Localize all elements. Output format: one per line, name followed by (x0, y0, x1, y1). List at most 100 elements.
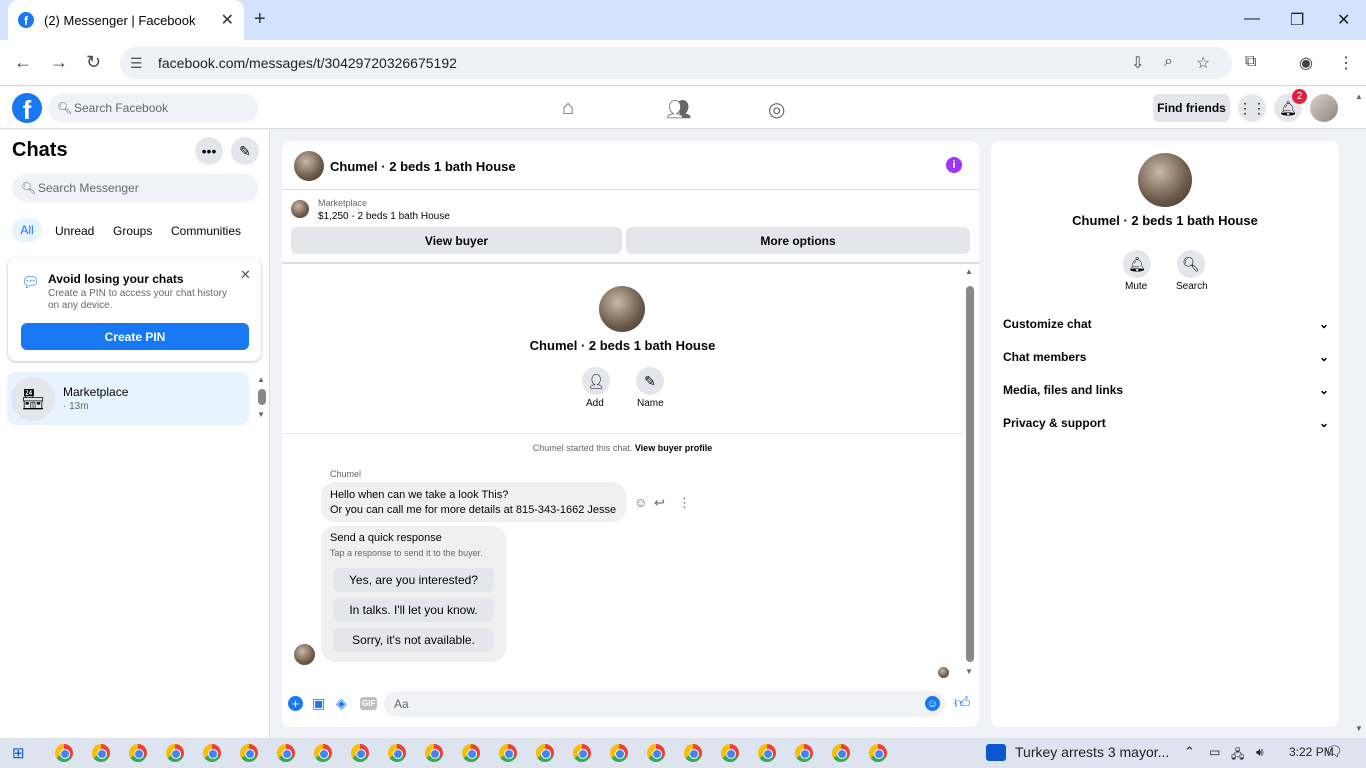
avatar[interactable] (1310, 94, 1338, 122)
find-friends-button[interactable]: Find friends (1153, 94, 1230, 122)
facebook-search-input[interactable]: Search Facebook (48, 94, 258, 122)
volume-icon[interactable]: 🔊︎ (1256, 745, 1264, 760)
edit-name-icon[interactable]: ✎ (636, 367, 664, 395)
info-icon[interactable]: i (946, 157, 962, 173)
chrome-icon[interactable] (683, 744, 702, 762)
scroll-up-icon[interactable]: ▲ (257, 375, 265, 384)
mute-bell-icon[interactable]: 🔔︎ (1123, 250, 1151, 278)
conversation-title[interactable]: Chumel · 2 beds 1 bath House (330, 159, 516, 174)
gif-icon[interactable]: GIF (360, 697, 378, 710)
groups-icon[interactable]: ◎ (768, 97, 785, 122)
chrome-icon[interactable] (794, 744, 813, 762)
friends-icon[interactable]: 👥︎ (666, 97, 691, 122)
site-settings-icon[interactable]: ☰ (130, 55, 143, 72)
close-tab-icon[interactable]: ✕ (221, 10, 234, 30)
scroll-up-icon[interactable]: ▲ (965, 267, 973, 276)
tab-search-icon[interactable]: ⧉ (1245, 53, 1256, 71)
chrome-icon[interactable] (202, 744, 221, 762)
more-options-button[interactable]: More options (626, 227, 970, 254)
plus-icon[interactable]: + (288, 696, 303, 711)
chrome-icon[interactable] (757, 744, 776, 762)
chrome-icon[interactable] (91, 744, 110, 762)
chrome-icon[interactable] (868, 744, 887, 762)
close-icon[interactable]: ✕ (240, 267, 251, 283)
message-more-icon[interactable]: ⋮ (678, 495, 691, 511)
browser-menu-icon[interactable]: ⋮ (1338, 53, 1354, 73)
scroll-down-icon[interactable]: ▼ (257, 410, 265, 419)
message-input[interactable]: Aa (384, 691, 945, 717)
create-pin-button[interactable]: Create PIN (21, 323, 249, 350)
filter-all[interactable]: All (12, 218, 42, 242)
browser-profile-icon[interactable]: ◉ (1299, 53, 1313, 73)
chrome-icon[interactable] (313, 744, 332, 762)
url-input[interactable]: facebook.com/messages/t/3042972032667519… (120, 47, 1232, 79)
tray-chevron-up-icon[interactable]: ⌃ (1184, 744, 1195, 760)
home-icon[interactable]: ⌂ (562, 97, 574, 120)
sticker-icon[interactable]: ◈ (336, 695, 347, 712)
notifications-center-icon[interactable]: 🗨︎ (1325, 743, 1343, 760)
chrome-icon[interactable] (535, 744, 554, 762)
chrome-icon[interactable] (646, 744, 665, 762)
section-chat-members[interactable]: Chat members ⌄ (1003, 350, 1329, 364)
chrome-icon[interactable] (424, 744, 443, 762)
sidebar-scrollbar[interactable] (258, 389, 266, 405)
quick-reply-button[interactable]: In talks. I'll let you know. (333, 598, 494, 622)
thumbs-up-icon[interactable]: 👍︎ (954, 694, 971, 713)
chrome-icon[interactable] (461, 744, 480, 762)
facebook-logo-icon[interactable]: f (12, 93, 42, 123)
forward-icon[interactable]: → (50, 52, 68, 73)
news-headline[interactable]: Turkey arrests 3 mayor... (1015, 744, 1169, 760)
chrome-icon[interactable] (609, 744, 628, 762)
conversation-scrollbar[interactable] (966, 286, 974, 662)
quick-reply-button[interactable]: Sorry, it's not available. (333, 628, 494, 652)
filter-communities[interactable]: Communities (171, 222, 241, 240)
chrome-icon[interactable] (276, 744, 295, 762)
search-icon[interactable]: 🔍︎ (1177, 250, 1205, 278)
quick-reply-button[interactable]: Yes, are you interested? (333, 568, 494, 592)
chrome-icon[interactable] (239, 744, 258, 762)
scroll-down-icon[interactable]: ▼ (965, 667, 973, 676)
message-bubble[interactable] (321, 482, 626, 522)
view-buyer-button[interactable]: View buyer (291, 227, 622, 254)
new-tab-button[interactable]: + (254, 8, 266, 31)
minimize-icon[interactable]: — (1244, 10, 1260, 28)
react-icon[interactable]: ☺ (634, 495, 647, 510)
window-close-icon[interactable]: ✕ (1337, 10, 1350, 30)
scroll-up-icon[interactable]: ▲ (1355, 92, 1363, 101)
news-widget-icon[interactable] (986, 744, 1006, 761)
install-app-icon[interactable]: ⇩ (1131, 53, 1144, 73)
chrome-icon[interactable] (720, 744, 739, 762)
chrome-icon[interactable] (128, 744, 147, 762)
chrome-icon[interactable] (572, 744, 591, 762)
messenger-search-input[interactable]: Search Messenger (12, 174, 258, 202)
reload-icon[interactable]: ↻ (86, 52, 101, 73)
new-message-icon[interactable]: ✎ (231, 137, 259, 165)
section-media-files-links[interactable]: Media, files and links ⌄ (1003, 383, 1329, 397)
avatar[interactable] (294, 151, 324, 181)
scroll-down-icon[interactable]: ▼ (1355, 724, 1363, 733)
more-options-icon[interactable]: ••• (195, 137, 223, 165)
chrome-icon[interactable] (498, 744, 517, 762)
menu-grid-icon[interactable]: ⋮⋮ (1238, 94, 1266, 122)
chrome-icon[interactable] (350, 744, 369, 762)
chrome-icon[interactable] (831, 744, 850, 762)
battery-icon[interactable]: ▭ (1209, 745, 1220, 759)
restore-icon[interactable]: ❐ (1290, 10, 1304, 30)
chrome-icon[interactable] (165, 744, 184, 762)
chrome-icon[interactable] (54, 744, 73, 762)
chrome-icon[interactable] (387, 744, 406, 762)
windows-start-icon[interactable]: ⊞ (12, 744, 25, 762)
emoji-icon[interactable]: ☺ (925, 696, 940, 711)
reply-icon[interactable]: ↩ (654, 495, 665, 511)
section-privacy-support[interactable]: Privacy & support ⌄ (1003, 416, 1329, 430)
bookmark-star-icon[interactable]: ☆ (1196, 53, 1210, 73)
section-customize-chat[interactable]: Customize chat ⌄ (1003, 317, 1329, 331)
browser-tab[interactable]: f (2) Messenger | Facebook ✕ (8, 0, 244, 40)
network-icon[interactable]: 🖧︎ (1231, 745, 1244, 766)
filter-groups[interactable]: Groups (113, 222, 152, 240)
view-buyer-profile-link[interactable]: View buyer profile (635, 443, 712, 453)
image-icon[interactable]: ▣ (312, 695, 325, 712)
zoom-icon[interactable]: ⌕ (1164, 53, 1173, 71)
back-icon[interactable]: ← (14, 52, 32, 73)
filter-unread[interactable]: Unread (55, 222, 94, 240)
